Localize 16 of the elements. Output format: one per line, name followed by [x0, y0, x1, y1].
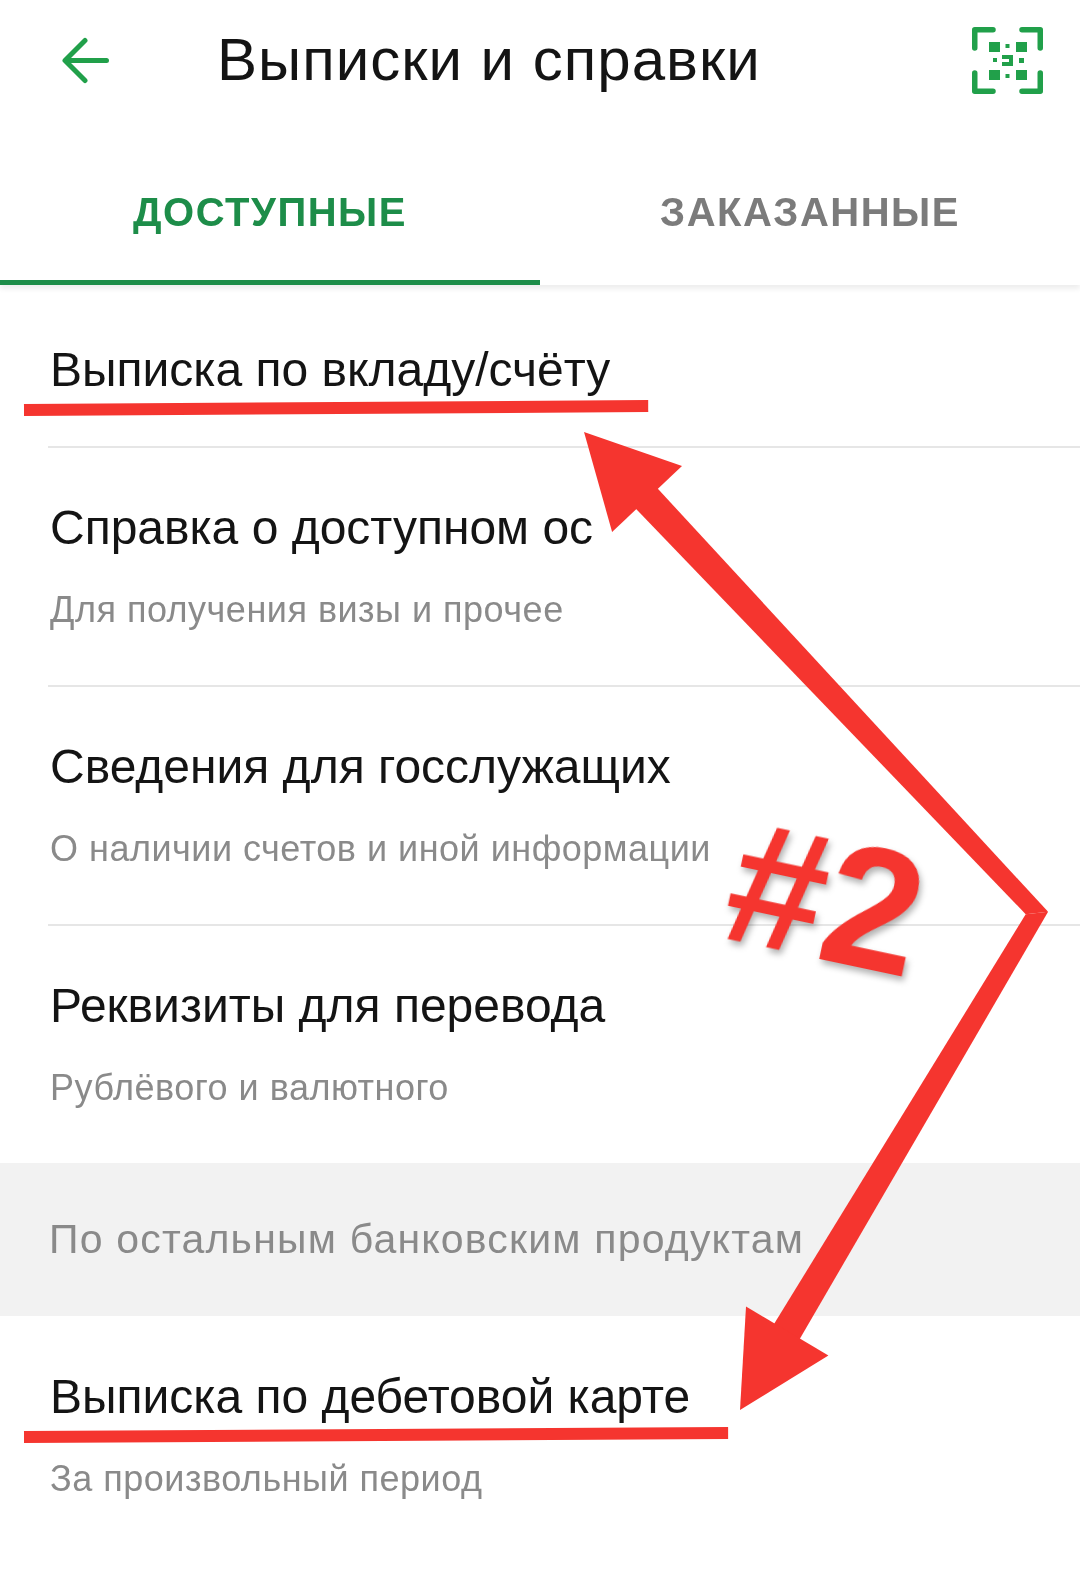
item-subtitle: За произвольный период	[50, 1457, 483, 1500]
item-title[interactable]: Выписка по вкладу/счёту	[50, 344, 611, 396]
back-arrow-icon[interactable]	[61, 36, 109, 84]
item-subtitle: О наличии счетов и иной информации	[50, 827, 711, 870]
item-subtitle: Для получения визы и прочее	[50, 588, 564, 631]
section-header: По остальным банковским продуктам	[0, 1163, 1080, 1316]
tab[interactable]: ДОСТУПНЫЕ	[0, 120, 540, 285]
item-subtitle: Рублёвого и валютного	[50, 1066, 449, 1109]
item-title[interactable]: Реквизиты для перевода	[50, 980, 606, 1032]
screen-title: Выписки и справки	[217, 25, 761, 95]
item-title[interactable]: Сведения для госслужащих	[50, 741, 671, 793]
qr-scan-icon[interactable]	[972, 26, 1043, 94]
annotation-label: #2	[710, 782, 942, 1014]
item-title[interactable]: Справка о доступном ос	[50, 502, 594, 554]
item-title[interactable]: Выписка по дебетовой карте	[50, 1371, 691, 1423]
tab[interactable]: ЗАКАЗАННЫЕ	[540, 120, 1080, 285]
